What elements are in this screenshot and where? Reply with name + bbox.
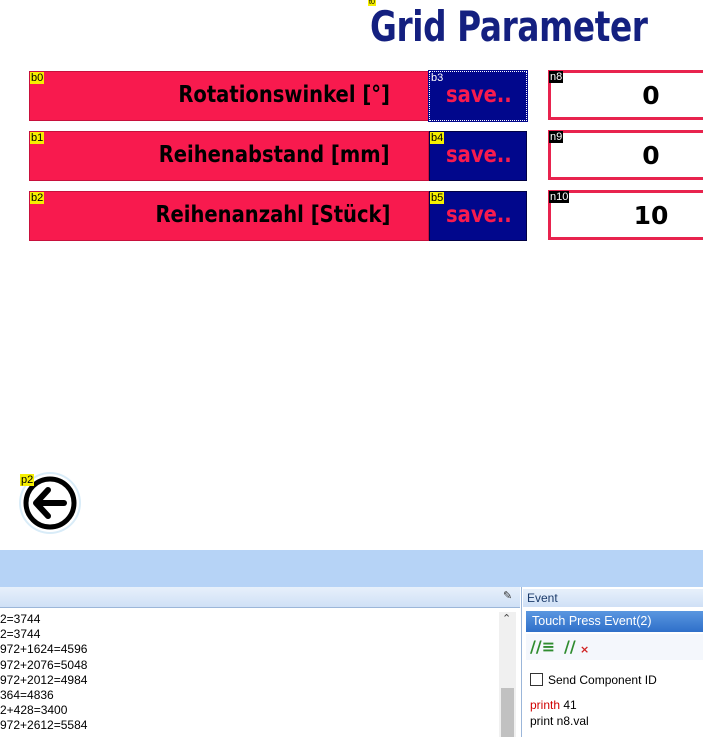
- output-line: 972+2612=5584: [0, 718, 88, 733]
- num-tag-n8: n8: [549, 71, 564, 83]
- label-tag-b2: b2: [30, 192, 45, 204]
- scroll-up-icon[interactable]: ⌃: [502, 612, 511, 625]
- remove-comment-icon[interactable]: ×: [580, 643, 589, 656]
- save-rotation-text: save..: [446, 82, 512, 108]
- event-toolbar: //≡ // ×: [526, 634, 703, 660]
- uncomment-icon[interactable]: //: [564, 637, 576, 656]
- output-line: 972+1624=4596: [0, 642, 88, 657]
- ide-divider-band: [0, 550, 703, 587]
- output-line: 364=4836: [0, 688, 54, 703]
- rotation-number-field[interactable]: 0: [548, 70, 703, 120]
- row-distance-label-text: Reihenabstand [mm]: [159, 142, 390, 168]
- save-tag-b5: b5: [430, 192, 445, 204]
- output-line: 2+428=3400: [0, 703, 68, 718]
- rotation-label-button[interactable]: Rotationswinkel [°]: [29, 71, 429, 121]
- back-tag-p2: p2: [20, 474, 35, 486]
- output-line: 972+2012=4984: [0, 672, 88, 687]
- page-title[interactable]: Grid Parameter: [370, 2, 648, 51]
- row-count-number-field[interactable]: 10: [548, 190, 703, 240]
- save-tag-b4: b4: [430, 132, 445, 144]
- event-panel-header: Event: [523, 589, 703, 607]
- output-line: 972+2076=5048: [0, 657, 88, 672]
- label-tag-b0: b0: [30, 72, 45, 84]
- row-distance-label-button[interactable]: Reihenabstand [mm]: [29, 131, 429, 181]
- output-line: 2=3744: [0, 612, 41, 626]
- tab-touch-press-event-label: Touch Press Event(2): [532, 614, 652, 628]
- send-component-id-checkbox[interactable]: [530, 673, 543, 686]
- label-tag-b1: b1: [30, 132, 45, 144]
- num-tag-n9: n9: [549, 131, 564, 143]
- pin-icon[interactable]: ✎: [503, 589, 512, 602]
- output-line: 2=3744: [0, 627, 41, 642]
- tab-touch-press-event[interactable]: Touch Press Event(2): [526, 611, 703, 632]
- rotation-label-text: Rotationswinkel [°]: [178, 82, 390, 108]
- event-panel-title: Event: [527, 591, 558, 605]
- row-count-value: 10: [633, 201, 669, 230]
- code-keyword: printh: [530, 698, 561, 712]
- save-tag-b3: b3: [430, 72, 445, 84]
- send-component-id-label: Send Component ID: [548, 673, 657, 687]
- code-line-2[interactable]: print n8.val: [530, 714, 589, 728]
- output-scrollbar-thumb[interactable]: [501, 688, 514, 737]
- row-distance-number-field[interactable]: 0: [548, 130, 703, 180]
- output-panel-header: ✎: [0, 587, 520, 608]
- code-line-1[interactable]: printh 41: [530, 698, 577, 712]
- rotation-value: 0: [642, 81, 660, 110]
- row-distance-value: 0: [642, 141, 660, 170]
- comment-icon[interactable]: //≡: [530, 637, 555, 656]
- row-count-label-text: Reihenanzahl [Stück]: [154, 202, 390, 228]
- row-count-label-button[interactable]: Reihenanzahl [Stück]: [29, 191, 429, 241]
- save-row-count-text: save..: [446, 202, 512, 228]
- output-log: 2=3744 2=3744 972+1624=4596 972+2076=5048 97…: [0, 612, 87, 734]
- num-tag-n10: n10: [549, 191, 570, 203]
- code-arg: 41: [560, 698, 577, 712]
- save-row-distance-text: save..: [446, 142, 512, 168]
